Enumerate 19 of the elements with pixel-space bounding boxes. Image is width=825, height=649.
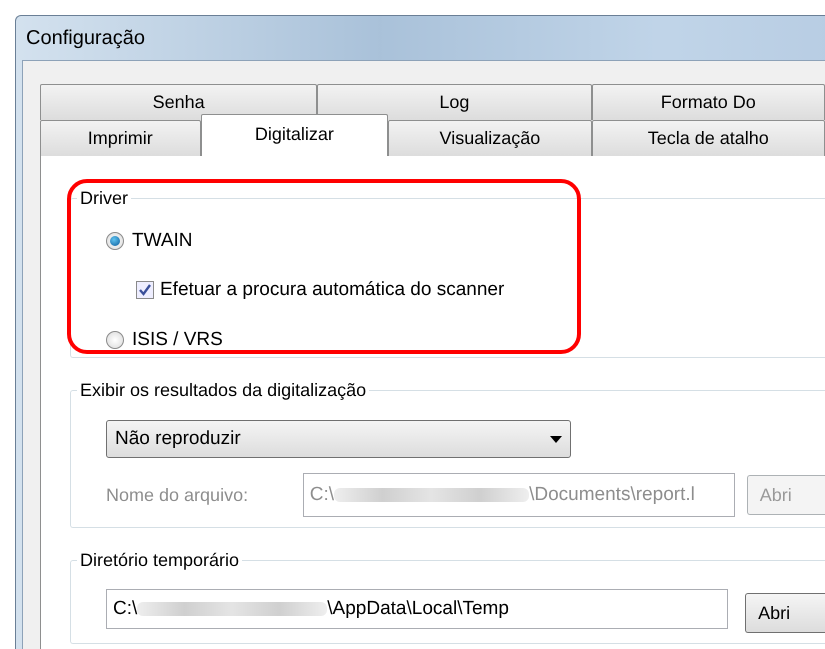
window-title: Configuração — [26, 26, 145, 51]
option-label: Efetuar a procura automática do scanner — [160, 278, 504, 302]
tab[interactable]: Log — [317, 84, 592, 120]
option-label: TWAIN — [132, 229, 193, 253]
folder-path-field[interactable]: C:\ \AppData\Local\Temp — [106, 589, 728, 629]
field-label: Nome do arquivo: — [106, 484, 250, 507]
tab[interactable]: Senha — [40, 84, 318, 120]
tab[interactable]: Visualização — [388, 120, 592, 156]
radio-button[interactable] — [106, 232, 124, 250]
option-label: ISIS / VRS — [132, 328, 223, 352]
tab[interactable]: Formato Do — [592, 84, 825, 120]
checkbox[interactable] — [136, 280, 154, 299]
caret-icon — [550, 436, 562, 442]
tab[interactable]: Imprimir — [40, 120, 201, 156]
dropdown[interactable]: Não reproduzir — [106, 420, 571, 458]
tab[interactable]: Digitalizar — [200, 114, 388, 156]
tab[interactable]: Tecla de atalho — [592, 120, 825, 156]
open-button[interactable]: Abri — [745, 593, 825, 633]
radio-button[interactable] — [106, 331, 124, 350]
